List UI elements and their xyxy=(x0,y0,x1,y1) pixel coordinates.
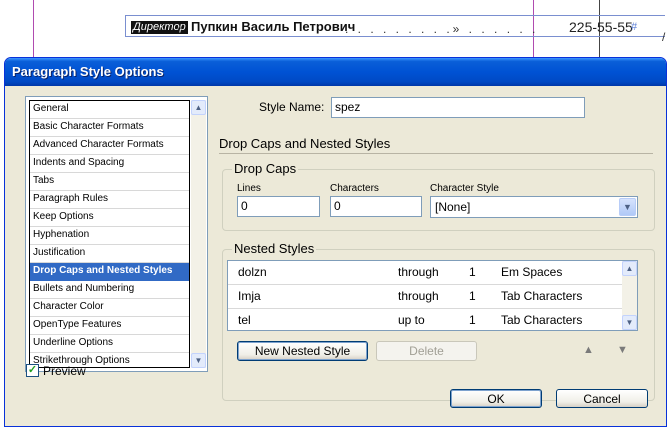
document-name-text: Пупкин Василь Петрович xyxy=(191,19,356,34)
lines-input[interactable]: 0 xyxy=(237,196,320,217)
characters-input[interactable]: 0 xyxy=(330,196,422,217)
nested-styles-title: Nested Styles xyxy=(232,241,317,256)
section-divider xyxy=(219,153,653,154)
nested-style-name[interactable]: tel xyxy=(238,309,251,330)
delete-button[interactable]: Delete xyxy=(376,341,477,361)
character-style-value: [None] xyxy=(435,200,471,214)
nested-style-count[interactable]: 1 xyxy=(469,261,476,283)
move-down-icon[interactable]: ▼ xyxy=(617,344,628,356)
category-item[interactable]: Keep Options xyxy=(30,209,189,227)
document-phone-text: 225-55-55 xyxy=(569,19,633,35)
nested-style-unit[interactable]: Em Spaces xyxy=(501,261,562,283)
category-item[interactable]: Drop Caps and Nested Styles xyxy=(30,263,189,281)
document-margin-mark: / xyxy=(662,30,666,44)
nested-style-count[interactable]: 1 xyxy=(469,285,476,307)
nested-style-name[interactable]: Imja xyxy=(238,285,261,307)
category-item[interactable]: Bullets and Numbering xyxy=(30,281,189,299)
category-item[interactable]: Paragraph Rules xyxy=(30,191,189,209)
drop-caps-title: Drop Caps xyxy=(232,161,299,176)
nested-style-row[interactable]: tel up to 1 Tab Characters xyxy=(228,309,637,330)
nested-style-row[interactable]: dolzn through 1 Em Spaces xyxy=(228,261,637,285)
nested-style-unit[interactable]: Tab Characters xyxy=(501,309,582,330)
style-name-input[interactable]: spez xyxy=(331,97,585,118)
category-list-items: General Basic Character Formats Advanced C… xyxy=(29,100,190,368)
section-title: Drop Caps and Nested Styles xyxy=(219,136,391,151)
category-scrollbar[interactable]: ▲ ▼ xyxy=(191,100,206,368)
lines-label: Lines xyxy=(237,183,261,194)
nested-style-row[interactable]: Imja through 1 Tab Characters xyxy=(228,285,637,309)
document-leader-dots: . . . . . . . . .» . . . . . . xyxy=(345,22,539,36)
category-item[interactable]: Justification xyxy=(30,245,189,263)
dialog-title[interactable]: Paragraph Style Options xyxy=(5,58,666,86)
category-item[interactable]: Tabs xyxy=(30,173,189,191)
text-frame-left-edge xyxy=(125,15,126,37)
category-item[interactable]: Underline Options xyxy=(30,335,189,353)
category-item[interactable]: Basic Character Formats xyxy=(30,119,189,137)
nested-scroll-up-icon[interactable]: ▲ xyxy=(622,261,637,276)
nested-style-mode[interactable]: through xyxy=(398,261,439,283)
new-nested-style-button[interactable]: New Nested Style xyxy=(237,341,368,361)
nested-scrollbar[interactable]: ▲ ▼ xyxy=(622,261,637,330)
nested-scroll-down-icon[interactable]: ▼ xyxy=(622,315,637,330)
category-item[interactable]: Hyphenation xyxy=(30,227,189,245)
category-item[interactable]: Advanced Character Formats xyxy=(30,137,189,155)
text-frame-top-edge xyxy=(125,15,665,16)
chevron-down-icon[interactable]: ▼ xyxy=(619,198,636,216)
nested-style-name[interactable]: dolzn xyxy=(238,261,267,283)
category-list[interactable]: General Basic Character Formats Advanced C… xyxy=(25,96,208,372)
nested-style-mode[interactable]: through xyxy=(398,285,439,307)
guide-vertical-left xyxy=(33,0,34,57)
nested-style-mode[interactable]: up to xyxy=(398,309,425,330)
paragraph-style-options-dialog: Paragraph Style Options General Basic Cha… xyxy=(4,57,667,427)
ok-button[interactable]: OK xyxy=(450,389,542,408)
character-style-select[interactable]: [None] ▼ xyxy=(430,196,638,218)
scroll-up-icon[interactable]: ▲ xyxy=(191,100,206,115)
nested-style-count[interactable]: 1 xyxy=(469,309,476,330)
category-item[interactable]: OpenType Features xyxy=(30,317,189,335)
nested-style-unit[interactable]: Tab Characters xyxy=(501,285,582,307)
preview-label: Preview xyxy=(43,364,86,378)
dialog-body: General Basic Character Formats Advanced C… xyxy=(5,86,666,426)
nested-styles-table[interactable]: dolzn through 1 Em Spaces Imja through 1 Tab Ch… xyxy=(227,260,638,331)
style-name-label: Style Name: xyxy=(259,100,325,114)
scroll-down-icon[interactable]: ▼ xyxy=(191,353,206,368)
character-style-label: Character Style xyxy=(430,183,499,194)
preview-checkbox[interactable]: ✓ xyxy=(26,364,39,377)
characters-label: Characters xyxy=(330,183,379,194)
move-up-icon[interactable]: ▲ xyxy=(583,344,594,356)
cancel-button[interactable]: Cancel xyxy=(556,389,648,408)
category-item[interactable]: Character Color xyxy=(30,299,189,317)
document-dash: – xyxy=(177,20,184,34)
category-item[interactable]: Indents and Spacing xyxy=(30,155,189,173)
category-item[interactable]: General xyxy=(30,101,189,119)
text-frame-edge xyxy=(125,36,665,37)
document-end-marker: # xyxy=(631,21,638,33)
